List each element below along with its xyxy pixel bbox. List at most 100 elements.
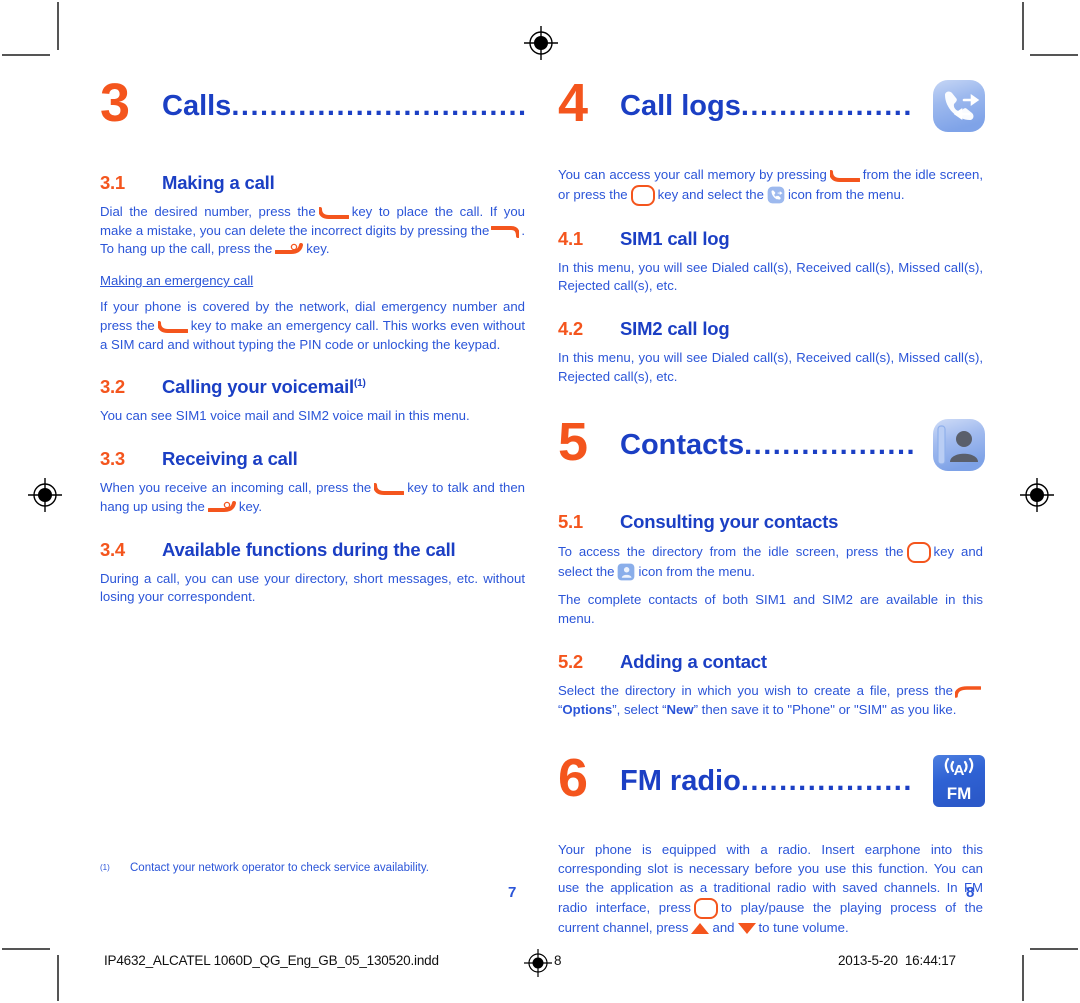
section-heading-3-3: 3.3 Receiving a call xyxy=(100,448,525,470)
crop-mark-tr-h xyxy=(1030,54,1078,56)
page-number-right: 8 xyxy=(966,884,975,901)
call-logs-icon xyxy=(931,78,987,134)
paragraph-fm-radio-intro: Your phone is equipped with a radio. Ins… xyxy=(558,842,983,935)
section-number: 5.2 xyxy=(558,650,583,672)
section-number: 3.4 xyxy=(100,538,125,560)
send-key-icon xyxy=(828,169,861,183)
chapter-title: Call logs xyxy=(620,92,741,121)
right-page-column: 4 Call logs .................. You can a… xyxy=(558,76,985,947)
section-title: SIM1 call log xyxy=(620,227,730,249)
footer-time: 16:44:17 xyxy=(904,953,956,968)
left-page-column: 3 Calls ................................… xyxy=(100,76,525,617)
fm-radio-icon: A FM xyxy=(931,753,987,809)
footnote: (1) Contact your network operator to che… xyxy=(100,862,530,874)
chapter-dot-leader: ........................................… xyxy=(231,92,525,121)
manual-page-spread: 3 Calls ................................… xyxy=(0,0,1080,1003)
new-label: New xyxy=(666,701,694,717)
section-heading-5-1: 5.1 Consulting your contacts xyxy=(558,511,983,533)
subhead-emergency-call: Making an emergency call xyxy=(100,273,254,289)
paragraph-emergency-call: If your phone is covered by the network,… xyxy=(100,299,525,352)
section-number: 4.1 xyxy=(558,227,583,249)
paragraph-complete-contacts: The complete contacts of both SIM1 and S… xyxy=(558,592,983,627)
chapter-dot-leader: .................. xyxy=(740,92,913,121)
section-number: 5.1 xyxy=(558,510,583,532)
section-title: Available functions during the call xyxy=(162,538,456,560)
footer-filename: IP4632_ALCATEL 1060D_QG_Eng_GB_05_130520… xyxy=(104,953,439,968)
delete-key-icon xyxy=(490,225,521,238)
ok-key-icon xyxy=(630,184,655,206)
contacts-icon xyxy=(931,417,987,473)
chapter-heading-4: 4 Call logs .................. xyxy=(558,76,985,150)
chapter-heading-5: 5 Contacts .................. xyxy=(558,415,985,489)
chapter-title: FM radio xyxy=(620,767,741,797)
up-arrow-key-icon xyxy=(691,922,710,934)
registration-mark-top xyxy=(524,26,558,60)
section-heading-4-1: 4.1 SIM1 call log xyxy=(558,228,983,250)
section-title-text: Calling your voicemail xyxy=(162,376,354,398)
send-key-icon xyxy=(156,320,189,333)
section-title: Adding a contact xyxy=(620,650,767,672)
footer-timestamp: 2013-5-20 16:44:17 xyxy=(838,953,956,968)
paragraph-sim1-call-log: In this menu, you will see Dialed call(s… xyxy=(558,259,983,294)
registration-mark-left xyxy=(28,478,62,512)
section-number: 4.2 xyxy=(558,318,583,340)
contacts-icon-inline xyxy=(617,563,635,581)
paragraph-making-a-call: Dial the desired number, press the key to… xyxy=(100,204,525,257)
end-key-icon xyxy=(206,500,236,514)
svg-text:FM: FM xyxy=(947,784,972,803)
section-heading-3-1: 3.1 Making a call xyxy=(100,172,525,194)
section-title: Consulting your contacts xyxy=(620,510,839,532)
end-key-icon xyxy=(274,243,304,256)
options-label: Options xyxy=(562,701,613,717)
section-title: Making a call xyxy=(162,172,275,193)
section-heading-3-4: 3.4 Available functions during the call xyxy=(100,539,525,561)
crop-mark-tr-v xyxy=(1022,2,1024,50)
section-title: Calling your voicemail(1) xyxy=(162,376,366,398)
page-number-left: 7 xyxy=(508,884,517,901)
section-heading-4-2: 4.2 SIM2 call log xyxy=(558,318,983,340)
ok-key-icon xyxy=(906,541,931,563)
paragraph-sim2-call-log: In this menu, you will see Dialed call(s… xyxy=(558,350,983,384)
chapter-title: Contacts xyxy=(620,430,745,460)
down-arrow-key-icon xyxy=(737,922,756,934)
chapter-title: Calls xyxy=(162,92,232,121)
paragraph-voicemail: You can see SIM1 voice mail and SIM2 voi… xyxy=(100,408,470,424)
crop-mark-tl-v xyxy=(57,2,59,50)
paragraph-consulting-contacts: To access the directory from the idle sc… xyxy=(558,541,983,582)
section-heading-3-2: 3.2 Calling your voicemail(1) xyxy=(100,376,525,398)
ok-key-icon xyxy=(694,897,719,919)
crop-mark-tl-h xyxy=(2,54,50,56)
section-title: SIM2 call log xyxy=(620,318,730,340)
crop-mark-bl-h xyxy=(2,948,50,950)
paragraph-available-functions: During a call, you can use your director… xyxy=(100,570,525,605)
footnote-reference: (1) xyxy=(353,378,366,390)
section-number: 3.3 xyxy=(100,448,125,470)
paragraph-call-logs-intro: You can access your call memory by press… xyxy=(558,166,983,206)
footer-date: 2013-5-20 xyxy=(838,953,898,968)
section-heading-5-2: 5.2 Adding a contact xyxy=(558,651,983,673)
chapter-heading-6: 6 FM radio .................. A FM xyxy=(558,751,985,825)
send-key-icon xyxy=(373,482,406,496)
crop-mark-br-h xyxy=(1030,948,1078,950)
footer-page-marker: 8 xyxy=(554,953,562,968)
paragraph-receiving-a-call: When you receive an incoming call, press… xyxy=(100,480,525,514)
chapter-dot-leader: .................. xyxy=(740,767,913,797)
chapter-dot-leader: .................. xyxy=(744,430,917,460)
footnote-text: Contact your network operator to check s… xyxy=(130,862,429,874)
paragraph-adding-a-contact: Select the directory in which you wish t… xyxy=(558,682,983,719)
print-footer: IP4632_ALCATEL 1060D_QG_Eng_GB_05_130520… xyxy=(0,949,1080,977)
left-softkey-icon xyxy=(954,685,982,699)
chapter-number: 4 xyxy=(558,73,588,133)
svg-text:A: A xyxy=(954,762,965,779)
registration-mark-footer xyxy=(524,949,552,977)
chapter-number: 5 xyxy=(558,411,588,472)
footnote-mark: (1) xyxy=(100,863,110,872)
section-number: 3.2 xyxy=(100,376,125,398)
chapter-number: 6 xyxy=(558,748,588,809)
section-title: Receiving a call xyxy=(162,448,298,470)
send-key-icon xyxy=(317,206,350,220)
section-number: 3.1 xyxy=(100,172,125,193)
chapter-number: 3 xyxy=(100,73,130,133)
chapter-heading-3: 3 Calls ................................… xyxy=(100,76,525,150)
registration-mark-right xyxy=(1020,478,1054,512)
